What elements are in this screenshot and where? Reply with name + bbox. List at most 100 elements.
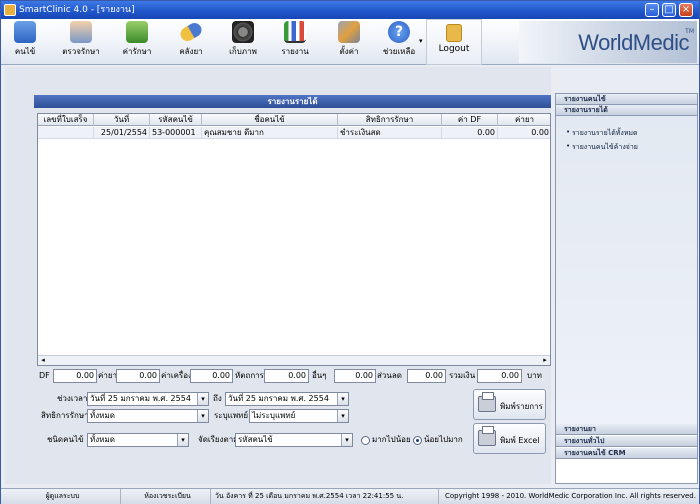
- scroll-left-icon[interactable]: ◂: [38, 356, 48, 365]
- chevron-down-icon: ▾: [177, 434, 188, 446]
- window-title: SmartClinic 4.0 - [รายงาน]: [19, 5, 135, 15]
- sort-asc-label: น้อยไปมาก: [424, 435, 463, 444]
- sort-desc-label: มากไปน้อย: [372, 435, 411, 444]
- column-header-df[interactable]: ค่า DF: [442, 114, 498, 126]
- main-toolbar: คนไข้ ตรวจรักษา ค่ารักษา คลังยา เก็บภาพ …: [1, 19, 699, 65]
- procedure-total-label: หัตถการ: [235, 371, 264, 380]
- grand-total-label: รวมเงิน: [449, 371, 476, 380]
- print-excel-button[interactable]: พิมพ์ Excel: [473, 423, 546, 454]
- close-button[interactable]: ×: [679, 3, 693, 17]
- other-total-value: 0.00: [334, 369, 376, 383]
- column-header-right[interactable]: สิทธิการรักษา: [338, 114, 442, 126]
- chevron-down-icon: ▾: [337, 410, 348, 422]
- sort-label: จัดเรียงตาม: [198, 435, 239, 444]
- df-total-label: DF: [39, 371, 50, 380]
- nav-patient-reports[interactable]: รายงานคนไข้: [556, 94, 697, 105]
- toolbar-pharmacy-button[interactable]: คลังยา: [173, 20, 209, 63]
- sort-desc-radio[interactable]: [361, 436, 370, 445]
- discount-total-label: ส่วนลด: [377, 371, 402, 380]
- chevron-down-icon: ▾: [337, 393, 348, 405]
- status-bar: ผู้ดูแลระบบ ห้องเวชระเบียน วัน อังคาร ที…: [1, 488, 699, 504]
- right-label: สิทธิการรักษา: [41, 411, 89, 420]
- other-total-label: อื่นๆ: [312, 371, 327, 380]
- camera-icon: [232, 21, 254, 43]
- app-icon: [4, 4, 16, 16]
- income-report-list: รายงานรายได้ทั้งหมด รายงานคนไข้ค้างจ่าย: [556, 116, 697, 435]
- discount-total-value: 0.00: [407, 369, 446, 383]
- column-header-medicine[interactable]: ค่ายา: [498, 114, 550, 126]
- toolbar-photo-button[interactable]: เก็บภาพ: [223, 21, 263, 63]
- nav-general-reports[interactable]: รายงานทั่วไป: [556, 436, 697, 447]
- logout-button[interactable]: Logout: [426, 19, 482, 65]
- cell-patient-name: คุณสมชาย ดีมาก: [202, 127, 338, 139]
- brand-logo: WorldMedic TM: [519, 21, 697, 63]
- date-from-picker[interactable]: วันที่ 25 มกราคม พ.ศ. 2554 ▾: [87, 392, 209, 406]
- column-header-date[interactable]: วันที่: [94, 114, 150, 126]
- chevron-down-icon: ▾: [341, 434, 352, 446]
- settings-tools-icon: [338, 21, 360, 43]
- patient-type-select[interactable]: ทั้งหมด ▾: [87, 433, 189, 447]
- procedure-total-value: 0.00: [264, 369, 309, 383]
- money-icon: [126, 21, 148, 43]
- toolbar-examine-button[interactable]: ตรวจรักษา: [57, 21, 105, 63]
- df-total-value: 0.00: [53, 369, 97, 383]
- cell-df: 0.00: [442, 127, 498, 139]
- medicine-icon: [177, 20, 205, 44]
- patient-icon: [14, 21, 36, 43]
- help-dropdown-arrow-icon[interactable]: ▾: [419, 37, 423, 45]
- period-label: ช่วงเวลา: [57, 394, 88, 403]
- printer-icon: [478, 392, 496, 412]
- column-header-receipt[interactable]: เลขที่ใบเสร็จ: [38, 114, 94, 126]
- cell-receipt: [38, 127, 94, 139]
- minimize-button[interactable]: –: [645, 3, 659, 17]
- report-title: รายงานรายได้: [34, 95, 551, 108]
- report-chart-icon: [284, 21, 306, 43]
- currency-label: บาท: [527, 371, 542, 380]
- toolbar-patient-button[interactable]: คนไข้: [7, 21, 43, 63]
- report-navigation-panel: รายงานคนไข้ รายงานรายได้ รายงานรายได้ทั้…: [555, 93, 698, 484]
- status-datetime: วัน อังคาร ที่ 25 เดือน มกราคม พ.ศ.2554 …: [211, 489, 439, 504]
- scroll-right-icon[interactable]: ▸: [540, 356, 550, 365]
- doctor-select[interactable]: ไม่ระบุแพทย์ ▾: [249, 409, 349, 423]
- nav-crm-reports[interactable]: รายงานคนไข้ CRM: [556, 448, 697, 459]
- patient-type-label: ชนิดคนไข้: [47, 435, 84, 444]
- doctor-icon: [70, 21, 92, 43]
- toolbar-fee-button[interactable]: ค่ารักษา: [117, 21, 157, 63]
- toolbar-report-button[interactable]: รายงาน: [277, 21, 313, 63]
- date-to-picker[interactable]: วันที่ 25 มกราคม พ.ศ. 2554 ▾: [225, 392, 349, 406]
- equipment-total-value: 0.00: [190, 369, 233, 383]
- report-table[interactable]: เลขที่ใบเสร็จ วันที่ รหัสคนไข้ ชื่อคนไข้…: [37, 113, 551, 366]
- status-room: ห้องเวชระเบียน: [121, 489, 211, 504]
- print-report-button[interactable]: พิมพ์รายการ: [473, 389, 546, 420]
- column-header-patient-id[interactable]: รหัสคนไข้: [150, 114, 202, 126]
- nav-medicine-reports[interactable]: รายงานยา: [556, 424, 697, 435]
- app-window: SmartClinic 4.0 - [รายงาน] – □ × คนไข้ ต…: [0, 0, 700, 504]
- cell-date: 25/01/2554: [94, 127, 150, 139]
- toolbar-help-button[interactable]: ? ช่วยเหลือ: [379, 21, 419, 63]
- sort-select[interactable]: รหัสคนไข้ ▾: [235, 433, 353, 447]
- grand-total-value: 0.00: [477, 369, 522, 383]
- help-icon: ?: [388, 21, 410, 43]
- maximize-button[interactable]: □: [662, 3, 676, 17]
- nav-item-all-income[interactable]: รายงานรายได้ทั้งหมด: [566, 128, 638, 139]
- nav-income-reports[interactable]: รายงานรายได้: [556, 105, 697, 116]
- date-to-label: ถึง: [213, 394, 222, 403]
- status-copyright: Copyright 1998 - 2010. WorldMedic Corpor…: [445, 492, 696, 500]
- printer-icon: [478, 426, 496, 446]
- cell-medicine: 0.00: [498, 127, 550, 139]
- sort-asc-radio[interactable]: [413, 436, 422, 445]
- table-header: เลขที่ใบเสร็จ วันที่ รหัสคนไข้ ชื่อคนไข้…: [38, 114, 550, 126]
- medicine-total-value: 0.00: [116, 369, 160, 383]
- nav-item-outstanding-patients[interactable]: รายงานคนไข้ค้างจ่าย: [566, 142, 638, 153]
- lock-icon: [446, 24, 462, 42]
- right-select[interactable]: ทั้งหมด ▾: [87, 409, 209, 423]
- toolbar-settings-button[interactable]: ตั้งค่า: [331, 21, 367, 63]
- income-report-panel: รายงานรายได้ เลขที่ใบเสร็จ วันที่ รหัสคน…: [34, 95, 551, 393]
- chevron-down-icon: ▾: [197, 410, 208, 422]
- doctor-label: ระบุแพทย์: [214, 411, 249, 420]
- horizontal-scrollbar[interactable]: ◂ ▸: [38, 355, 550, 365]
- status-user: ผู้ดูแลระบบ: [1, 489, 121, 504]
- chevron-down-icon: ▾: [197, 393, 208, 405]
- column-header-patient-name[interactable]: ชื่อคนไข้: [202, 114, 338, 126]
- cell-right: ชำระเงินสด: [338, 127, 442, 139]
